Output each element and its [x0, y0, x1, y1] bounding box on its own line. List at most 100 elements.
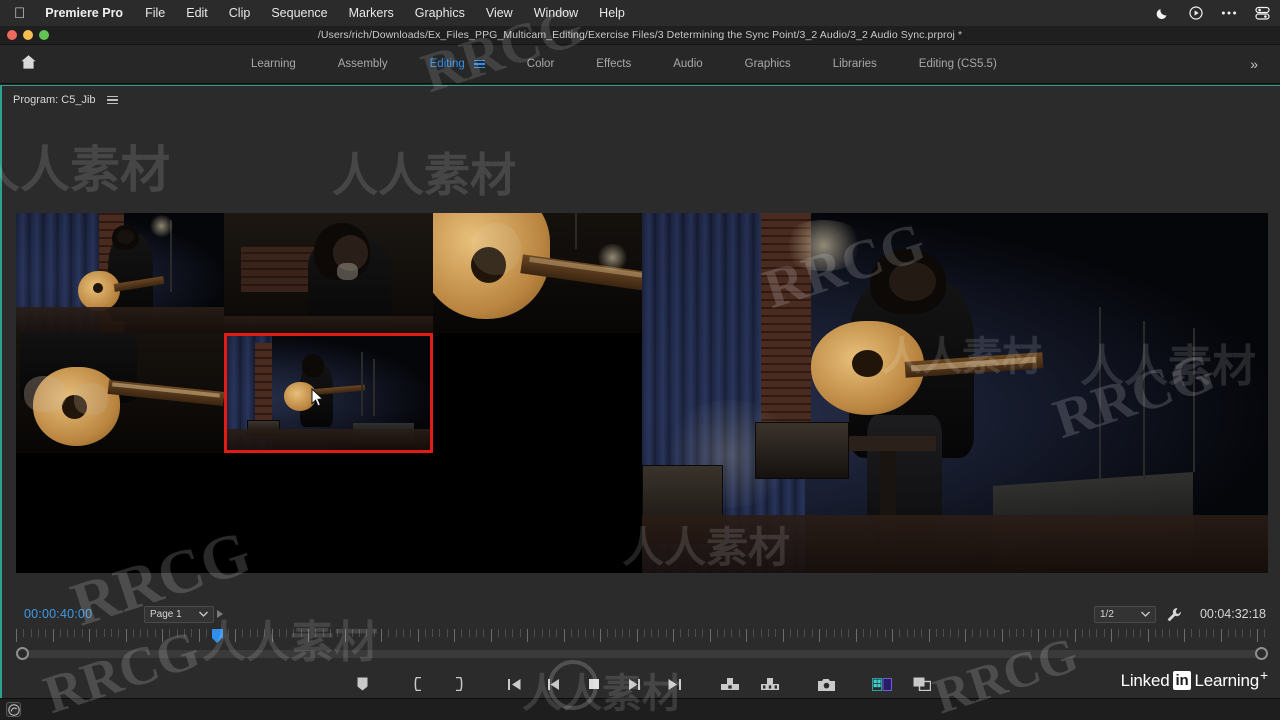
ruler-tick: [1045, 629, 1047, 637]
ruler-tick: [125, 629, 127, 642]
page-selector-label: Page 1: [150, 609, 182, 620]
extract-button[interactable]: [759, 674, 781, 694]
multicam-toggle-button[interactable]: [871, 674, 893, 694]
step-back-button[interactable]: [543, 674, 565, 694]
page-selector-dropdown[interactable]: Page 1: [144, 606, 214, 623]
maximize-window-button[interactable]: [39, 30, 49, 40]
control-center-icon[interactable]: [1254, 5, 1270, 21]
ruler-tick: [1227, 629, 1229, 637]
zoom-level-dropdown[interactable]: 1/2: [1094, 606, 1156, 623]
multicam-empty-cell-6[interactable]: [433, 333, 642, 453]
menu-item-sequence[interactable]: Sequence: [271, 6, 327, 20]
monitor-area: RRCG RRCG RRCG 人人素材 人人素材 人人素材: [2, 114, 1280, 640]
workspace-tab-audio[interactable]: Audio: [673, 54, 702, 74]
workspace-tab-assembly[interactable]: Assembly: [338, 54, 388, 74]
ellipsis-icon[interactable]: [1221, 5, 1237, 21]
menu-item-markers[interactable]: Markers: [349, 6, 394, 20]
multicam-empty-row-bottom[interactable]: [16, 453, 642, 573]
multicam-camera-2[interactable]: [224, 213, 433, 333]
ruler-tick: [1089, 629, 1091, 637]
minimize-window-button[interactable]: [23, 30, 33, 40]
workspace-tab-color[interactable]: Color: [527, 54, 554, 74]
program-output-preview[interactable]: [642, 213, 1268, 573]
workspace-tab-libraries[interactable]: Libraries: [833, 54, 877, 74]
ruler-tick: [1059, 629, 1061, 637]
current-timecode[interactable]: 00:00:40:00: [24, 607, 92, 621]
timeline-ruler[interactable]: [16, 629, 1268, 646]
ruler-tick: [651, 629, 653, 637]
mark-in-button[interactable]: [407, 674, 429, 694]
close-window-button[interactable]: [7, 30, 17, 40]
ruler-tick: [475, 629, 477, 637]
comparison-view-button[interactable]: [911, 674, 933, 694]
menu-app-name[interactable]: Premiere Pro: [45, 6, 123, 20]
lift-button[interactable]: [719, 674, 741, 694]
apple-logo-icon[interactable]: : [14, 6, 25, 21]
timeline-scrollbar[interactable]: [16, 650, 1268, 658]
multicam-camera-4[interactable]: [16, 333, 224, 453]
ruler-tick: [30, 629, 32, 637]
scrollbar-right-handle[interactable]: [1255, 647, 1268, 660]
export-frame-button[interactable]: [815, 674, 837, 694]
ruler-tick: [1184, 629, 1185, 642]
menu-item-clip[interactable]: Clip: [229, 6, 251, 20]
workspace-tab-learning[interactable]: Learning: [251, 54, 296, 74]
menu-item-file[interactable]: File: [145, 6, 165, 20]
ruler-tick: [1140, 629, 1142, 637]
mark-out-button[interactable]: [447, 674, 469, 694]
workspace-tab-editing-cs55[interactable]: Editing (CS5.5): [919, 54, 997, 74]
ruler-tick: [548, 629, 550, 637]
go-to-in-button[interactable]: [503, 674, 525, 694]
multicam-grid[interactable]: [16, 213, 642, 573]
ruler-tick: [454, 629, 455, 642]
workspace-tab-graphics[interactable]: Graphics: [745, 54, 791, 74]
play-circle-icon[interactable]: [1188, 5, 1204, 21]
ruler-tick: [665, 629, 667, 637]
ruler-tick: [1264, 629, 1266, 637]
go-to-out-button[interactable]: [663, 674, 685, 694]
ruler-tick: [906, 629, 908, 637]
workspace-menu-icon[interactable]: [473, 59, 485, 69]
ruler-tick: [709, 629, 711, 642]
menu-item-help[interactable]: Help: [599, 6, 625, 20]
linkedin-learning-logo: Linked in Learning +: [1121, 668, 1268, 691]
ruler-tick: [432, 629, 434, 637]
menu-item-window[interactable]: Window: [534, 6, 578, 20]
panel-menu-icon[interactable]: [106, 95, 118, 105]
ruler-tick: [67, 629, 69, 637]
step-forward-button[interactable]: [623, 674, 645, 694]
multicam-camera-1[interactable]: [16, 213, 224, 333]
menu-item-edit[interactable]: Edit: [186, 6, 208, 20]
menu-item-view[interactable]: View: [486, 6, 513, 20]
scrollbar-left-handle[interactable]: [16, 647, 29, 660]
duration-timecode[interactable]: 00:04:32:18: [1200, 607, 1266, 621]
play-stop-button[interactable]: [583, 674, 605, 694]
ruler-tick: [45, 629, 47, 637]
creative-cloud-icon[interactable]: [6, 702, 21, 717]
moon-icon[interactable]: [1155, 5, 1171, 21]
ruler-tick: [1191, 629, 1193, 637]
ruler-tick: [694, 629, 696, 637]
ruler-tick: [1096, 629, 1098, 637]
playhead[interactable]: [212, 629, 223, 643]
next-page-button[interactable]: [217, 610, 223, 618]
ruler-tick: [483, 629, 485, 637]
home-button[interactable]: [0, 54, 56, 75]
ruler-tick: [899, 629, 901, 637]
multicam-camera-3[interactable]: [433, 213, 642, 333]
ruler-tick: [329, 629, 331, 637]
wrench-icon[interactable]: [1166, 607, 1182, 628]
ruler-tick: [1074, 629, 1076, 642]
menu-item-graphics[interactable]: Graphics: [415, 6, 465, 20]
workspace-tab-editing[interactable]: Editing: [430, 54, 485, 74]
ruler-tick: [1081, 629, 1083, 637]
workspace-overflow-button[interactable]: »: [1250, 56, 1258, 72]
workspace-tab-effects[interactable]: Effects: [596, 54, 631, 74]
multicam-camera-5-selected[interactable]: [224, 333, 433, 453]
playback-timecode-bar: 00:00:40:00 Page 1 1/2 00:04:32:18: [2, 601, 1280, 631]
timeline-scroll-row[interactable]: [16, 647, 1268, 661]
ruler-tick: [804, 629, 806, 637]
add-marker-button[interactable]: [351, 674, 373, 694]
ruler-tick: [16, 629, 17, 642]
ruler-tick: [1103, 629, 1105, 637]
